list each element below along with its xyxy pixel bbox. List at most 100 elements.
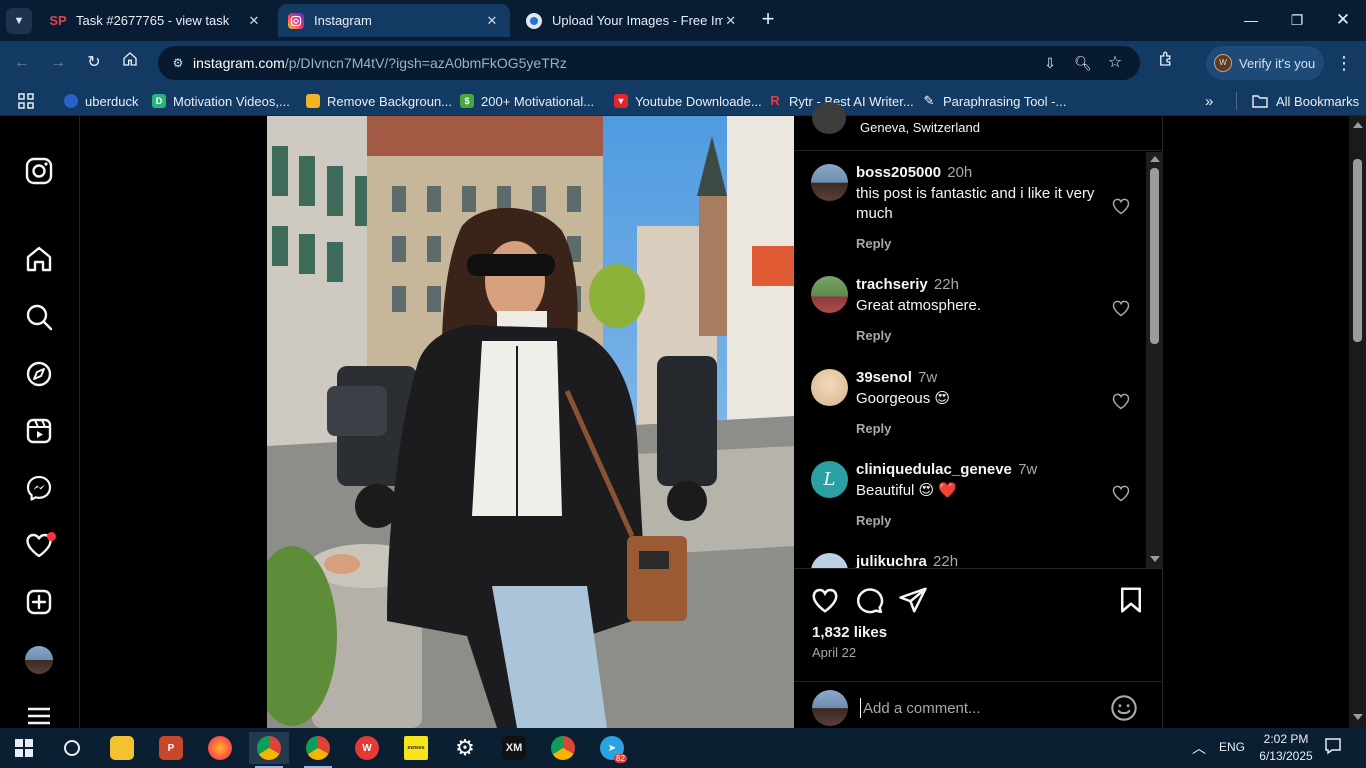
system-clock[interactable]: 2:02 PM 6/13/2025	[1256, 731, 1316, 765]
close-tab-icon[interactable]: ✕	[723, 13, 738, 29]
page-scroll-down-arrow-icon[interactable]	[1353, 714, 1363, 720]
create-post-icon[interactable]	[24, 587, 54, 617]
comment-username[interactable]: trachseriy 22h	[856, 276, 959, 293]
page-scrollbar[interactable]	[1349, 116, 1366, 728]
reply-button[interactable]: Reply	[856, 328, 891, 343]
comment-username[interactable]: julikuchra 22h	[856, 553, 958, 568]
post-location[interactable]: Geneva, Switzerland	[860, 120, 980, 135]
comment-avatar[interactable]	[811, 164, 848, 201]
wps-office-app[interactable]: W	[347, 732, 387, 764]
bookmark-remove-background[interactable]: Remove Backgroun...	[306, 92, 452, 110]
chrome-app[interactable]	[298, 732, 338, 768]
likes-count[interactable]: 1,832 likes	[812, 624, 887, 641]
firefox-app[interactable]	[200, 732, 240, 764]
bookmark-paraphrasing-tool[interactable]: ✎ Paraphrasing Tool -...	[922, 92, 1067, 110]
reply-button[interactable]: Reply	[856, 513, 891, 528]
home-icon[interactable]	[24, 244, 54, 274]
comment-avatar[interactable]	[811, 553, 848, 568]
extensions-icon[interactable]	[1153, 50, 1179, 76]
comment-username[interactable]: boss205000 20h	[856, 164, 972, 181]
comment-like-heart-icon[interactable]	[1111, 298, 1131, 318]
apps-grid-icon[interactable]	[18, 92, 34, 110]
chrome-app-2[interactable]	[543, 732, 583, 764]
notifications-center-icon[interactable]	[1324, 737, 1342, 758]
comment-avatar[interactable]	[811, 369, 848, 406]
all-bookmarks-button[interactable]: All Bookmarks	[1252, 92, 1359, 110]
bookmark-youtube-downloader[interactable]: ▼ Youtube Downloade...	[614, 92, 762, 110]
install-app-icon[interactable]: ⇩	[1040, 53, 1060, 73]
firefox-icon	[208, 736, 232, 760]
powerpoint-app[interactable]: P	[151, 732, 191, 764]
start-button[interactable]	[4, 732, 44, 764]
home-icon	[123, 52, 137, 66]
telegram-app[interactable]: ➤ 82	[592, 732, 632, 764]
back-button[interactable]: ←	[9, 50, 35, 76]
close-tab-icon[interactable]: ✕	[484, 13, 500, 29]
site-info-icon[interactable]: ⚙	[170, 55, 186, 71]
comment-text: Great atmosphere.	[856, 297, 982, 314]
xm-app[interactable]: XM	[494, 732, 534, 764]
comments-scroll-thumb[interactable]	[1150, 168, 1159, 344]
reels-icon[interactable]	[24, 416, 54, 446]
minimize-button[interactable]: —	[1228, 0, 1274, 40]
reply-button[interactable]: Reply	[856, 421, 891, 436]
messenger-icon[interactable]	[24, 473, 54, 503]
close-window-button[interactable]: ✕	[1320, 0, 1366, 40]
comment-like-heart-icon[interactable]	[1111, 483, 1131, 503]
profile-verify-button[interactable]: W Verify it's you	[1206, 46, 1324, 80]
explore-compass-icon[interactable]	[24, 359, 54, 389]
search-icon[interactable]	[24, 302, 54, 332]
comment-avatar[interactable]: L	[811, 461, 848, 498]
comments-scrollbar[interactable]	[1146, 152, 1163, 568]
chrome-app-profile-w[interactable]	[249, 732, 289, 768]
chrome-menu-icon[interactable]: ⋮	[1334, 50, 1354, 76]
comment-username[interactable]: 39senol 7w	[856, 369, 937, 386]
chrome-icon	[306, 736, 330, 760]
tab-task[interactable]: SP Task #2677765 - view task ✕	[40, 4, 272, 37]
zoom-icon[interactable]: 🔍︎	[1073, 53, 1093, 73]
close-tab-icon[interactable]: ✕	[246, 13, 262, 29]
new-tab-button[interactable]: +	[756, 8, 780, 32]
bookmark-star-icon[interactable]: ☆	[1105, 53, 1125, 73]
comment-bubble-icon[interactable]	[854, 585, 884, 615]
scroll-down-arrow-icon[interactable]	[1150, 556, 1160, 562]
post-photo[interactable]	[267, 116, 794, 728]
comment-like-heart-icon[interactable]	[1111, 196, 1131, 216]
comment-like-heart-icon[interactable]	[1111, 391, 1131, 411]
bookmark-motivational[interactable]: $200+ Motivational...	[460, 92, 594, 110]
instagram-logo-icon[interactable]	[24, 156, 54, 186]
profile-avatar[interactable]	[25, 646, 53, 674]
emoji-picker-icon[interactable]	[1110, 694, 1138, 722]
exness-app[interactable]: exness	[396, 732, 436, 764]
reply-button[interactable]: Reply	[856, 236, 891, 251]
bookmark-uberduck[interactable]: uberduck	[64, 92, 138, 110]
add-comment-input[interactable]	[860, 698, 1090, 718]
input-language[interactable]: ENG	[1219, 740, 1245, 754]
page-scroll-thumb[interactable]	[1353, 159, 1362, 342]
scroll-up-arrow-icon[interactable]	[1150, 156, 1160, 162]
tray-overflow-chevron-icon[interactable]: ︿	[1192, 738, 1206, 758]
comment-username[interactable]: cliniquedulac_geneve 7w	[856, 461, 1037, 478]
search-circle-button[interactable]	[52, 732, 92, 764]
home-button[interactable]	[117, 50, 143, 76]
more-menu-icon[interactable]	[24, 701, 54, 731]
file-explorer-app[interactable]	[102, 732, 142, 764]
like-heart-icon[interactable]	[810, 585, 840, 615]
forward-button[interactable]: →	[45, 50, 71, 76]
tab-instagram[interactable]: Instagram ✕	[278, 4, 510, 37]
more-bookmarks-chevron-icon[interactable]: »	[1205, 92, 1213, 110]
address-bar[interactable]: ⚙ instagram.com/p/DIvncn7M4tV/?igsh=azA0…	[158, 46, 1140, 80]
comment-avatar[interactable]	[811, 276, 848, 313]
save-bookmark-icon[interactable]	[1116, 585, 1146, 615]
settings-app[interactable]: ⚙	[445, 732, 485, 764]
reload-button[interactable]: ↻	[81, 50, 107, 76]
wps-icon: W	[355, 736, 379, 760]
bookmark-motivation-videos[interactable]: D Motivation Videos,...	[152, 92, 290, 110]
author-avatar[interactable]	[812, 102, 846, 134]
restore-button[interactable]: ❐	[1274, 0, 1320, 40]
page-scroll-up-arrow-icon[interactable]	[1353, 122, 1363, 128]
tab-upload-images[interactable]: Upload Your Images - Free Imag ✕	[516, 4, 748, 37]
tab-search-button[interactable]: ▼	[6, 8, 32, 34]
folder-icon	[110, 736, 134, 760]
share-paper-plane-icon[interactable]	[898, 585, 928, 615]
